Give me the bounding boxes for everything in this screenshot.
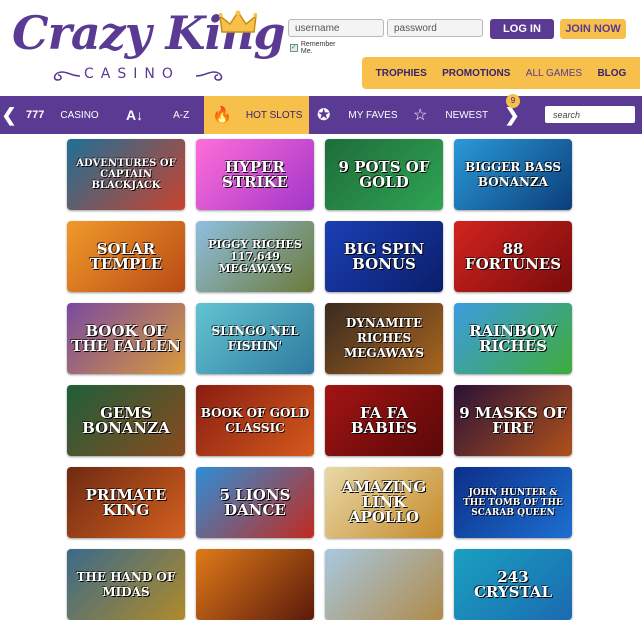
game-tile[interactable]: 243 CRYSTAL [454,549,572,620]
game-tile[interactable]: 88 FORTUNES [454,221,572,292]
scroll-left-arrow-icon[interactable]: ❮ [0,96,18,134]
category-newest-label: NEWEST [445,109,489,121]
game-tile[interactable]: THE HAND OF MIDAS [67,549,185,620]
password-input[interactable] [387,19,483,37]
nav-all-games[interactable]: ALL GAMES [526,68,582,79]
top-navigation: TROPHIES PROMOTIONS ALL GAMES BLOG [362,57,640,89]
crown-icon [219,10,257,33]
game-tile[interactable]: ADVENTURES OF CAPTAIN BLACKJACK [67,139,185,210]
category-casino-label: CASINO [60,109,99,121]
category-newest[interactable]: ☆ NEWEST [405,96,503,134]
remember-me-checkbox[interactable]: ✓ [290,44,298,52]
game-tile[interactable]: FA FA BABIES [325,385,443,456]
slot-machine-icon: 777 [26,109,45,121]
rosette-icon: ✪ [317,107,331,124]
game-tile[interactable]: 5 LIONS DANCE [196,467,314,538]
swirl-ornament-right [195,71,223,81]
join-now-button[interactable]: JOIN NOW [560,19,626,39]
game-tile[interactable]: GEMS BONANZA [67,385,185,456]
username-input[interactable] [288,19,384,37]
remember-me[interactable]: ✓ Remember Me. [290,41,336,55]
sort-az-icon: A↓ [126,107,144,123]
game-tile[interactable]: JOHN HUNTER & THE TOMB OF THE SCARAB QUE… [454,467,572,538]
game-tile[interactable]: DYNAMITE RICHES MEGAWAYS [325,303,443,374]
flame-icon: 🔥 [212,107,232,124]
logo-subtitle: CASINO [84,66,180,82]
game-tile[interactable]: 9 POTS OF GOLD [325,139,443,210]
game-tile[interactable] [325,549,443,620]
nav-blog[interactable]: BLOG [597,68,626,79]
category-hot-slots[interactable]: 🔥 HOT SLOTS [204,96,309,134]
game-tile[interactable]: BOOK OF THE FALLEN [67,303,185,374]
game-tile[interactable] [196,549,314,620]
category-hot-slots-label: HOT SLOTS [245,109,303,121]
game-tile[interactable]: SLINGO NEL FISHIN' [196,303,314,374]
game-tile[interactable]: AMAZING LINK APOLLO [325,467,443,538]
category-a-z[interactable]: A↓ A-Z [108,96,204,134]
game-tile[interactable]: SOLAR TEMPLE [67,221,185,292]
game-tile[interactable]: HYPER STRIKE [196,139,314,210]
remember-me-label: Remember Me. [300,41,336,55]
nav-trophies[interactable]: TROPHIES [376,68,427,79]
category-my-faves[interactable]: ✪ MY FAVES [309,96,405,134]
search-input[interactable] [545,106,635,123]
site-header: Crazy King CASINO LOG IN JOIN NOW ✓ Reme… [0,0,642,96]
star-icon: ☆ [413,107,428,124]
nav-promotions[interactable]: PROMOTIONS [442,68,510,79]
category-a-z-label: A-Z [173,109,190,121]
game-tile[interactable]: BOOK OF GOLD CLASSIC [196,385,314,456]
category-casino[interactable]: 777 CASINO [18,96,108,134]
game-tile[interactable]: PRIMATE KING [67,467,185,538]
swirl-ornament-left [53,71,81,81]
game-tile[interactable]: BIGGER BASS BONANZA [454,139,572,210]
game-tile[interactable]: BIG SPIN BONUS [325,221,443,292]
site-logo[interactable]: Crazy King CASINO [12,6,286,86]
game-tile[interactable]: PIGGY RICHES 117,649 MEGAWAYS [196,221,314,292]
login-button[interactable]: LOG IN [490,19,554,39]
newest-count-badge: 9 [506,94,520,108]
game-tile[interactable]: 9 MASKS OF FIRE [454,385,572,456]
game-tile[interactable]: RAINBOW RICHES [454,303,572,374]
category-my-faves-label: MY FAVES [348,109,398,121]
